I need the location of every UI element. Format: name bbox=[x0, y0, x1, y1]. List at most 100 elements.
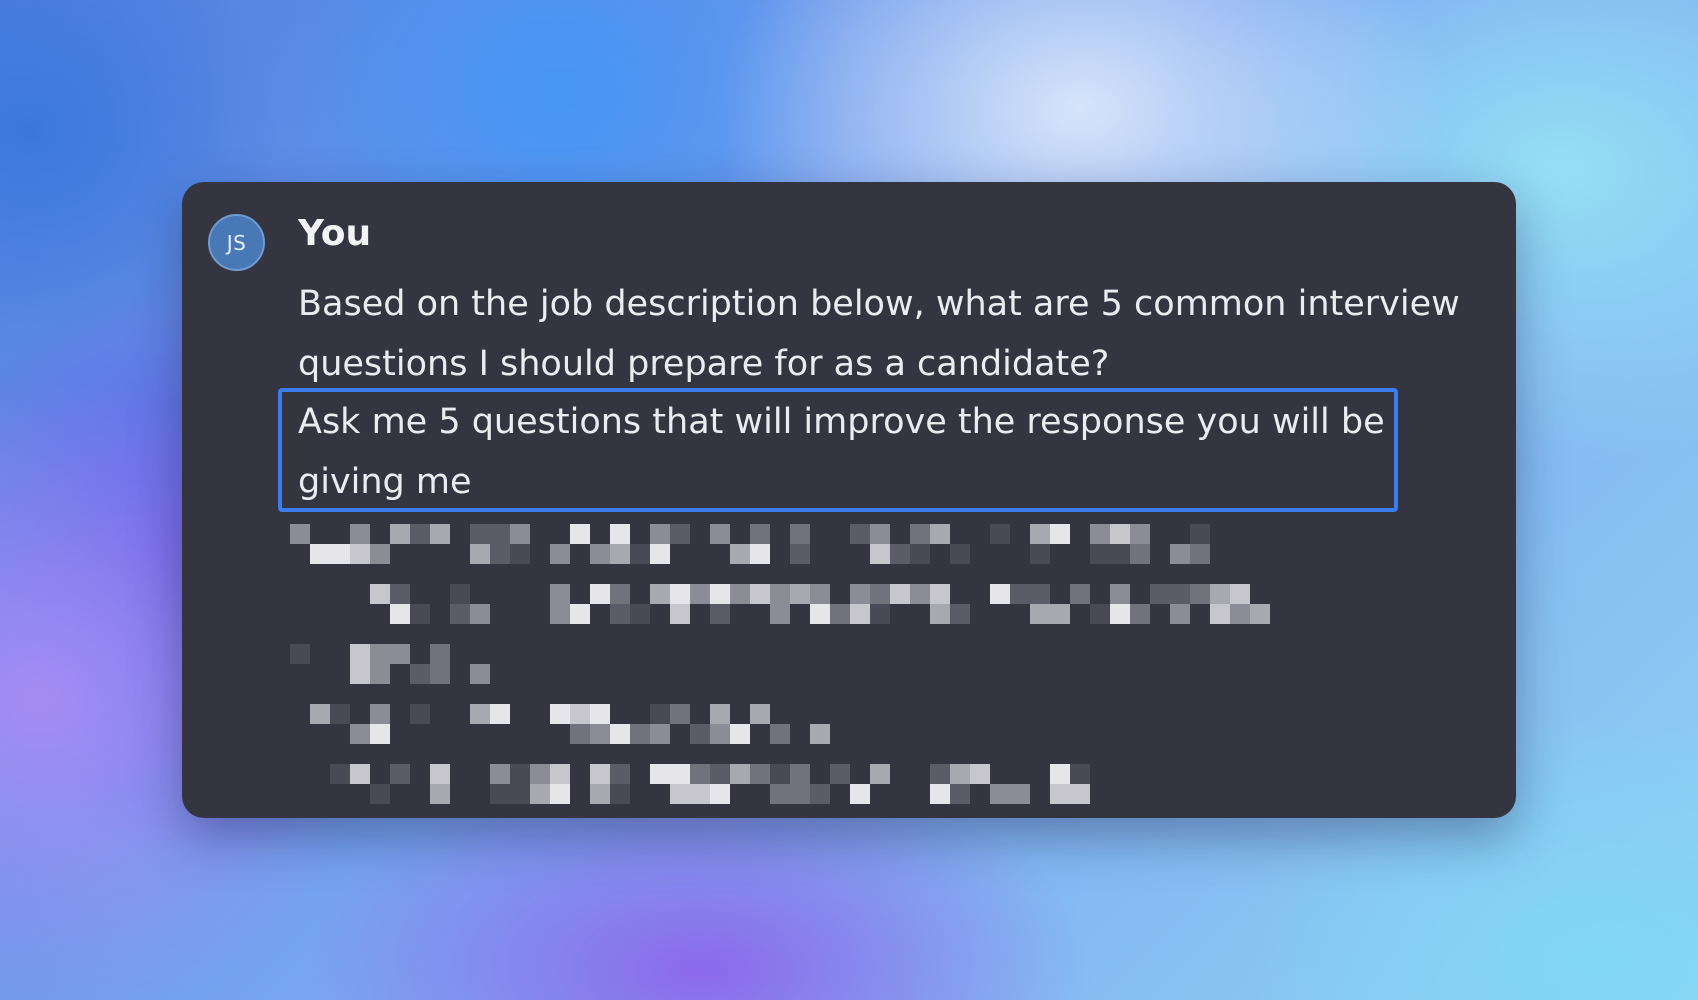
redaction-pixel bbox=[670, 584, 690, 604]
redaction-pixel bbox=[790, 784, 810, 804]
redaction-pixel bbox=[650, 764, 670, 784]
redaction-pixel bbox=[1030, 604, 1050, 624]
redaction-pixel bbox=[470, 524, 490, 544]
redaction-pixel bbox=[930, 784, 950, 804]
redaction-pixel bbox=[590, 544, 610, 564]
redaction-pixel bbox=[850, 784, 870, 804]
redaction-pixel bbox=[410, 604, 430, 624]
redaction-pixel bbox=[950, 544, 970, 564]
redaction-pixel bbox=[890, 584, 910, 604]
redaction-pixel bbox=[710, 584, 730, 604]
redaction-pixel bbox=[730, 544, 750, 564]
redaction-pixel bbox=[530, 784, 550, 804]
redaction-pixel bbox=[310, 704, 330, 724]
redaction-pixel bbox=[550, 764, 570, 784]
redaction-pixel bbox=[1230, 604, 1250, 624]
redaction-pixel bbox=[690, 784, 710, 804]
redaction-pixel bbox=[450, 604, 470, 624]
redaction-pixel bbox=[990, 524, 1010, 544]
redaction-pixel bbox=[1210, 604, 1230, 624]
redaction-pixel bbox=[390, 604, 410, 624]
redaction-pixel bbox=[1250, 604, 1270, 624]
redaction-pixel bbox=[1090, 524, 1110, 544]
redaction-pixel bbox=[1030, 584, 1050, 604]
redaction-pixel bbox=[770, 764, 790, 784]
redaction-pixel bbox=[590, 724, 610, 744]
redaction-pixel bbox=[350, 724, 370, 744]
redaction-pixel bbox=[990, 784, 1010, 804]
redaction-pixel bbox=[870, 544, 890, 564]
redaction-pixel bbox=[390, 644, 410, 664]
redaction-pixel bbox=[1030, 524, 1050, 544]
redaction-pixel bbox=[890, 544, 910, 564]
redaction-pixel bbox=[290, 644, 310, 664]
redaction-pixel bbox=[670, 604, 690, 624]
redaction-pixel bbox=[570, 524, 590, 544]
redaction-pixel bbox=[530, 764, 550, 784]
redaction-pixel bbox=[710, 724, 730, 744]
avatar-initials: JS bbox=[226, 230, 247, 255]
redaction-pixel bbox=[350, 544, 370, 564]
redaction-pixel bbox=[710, 784, 730, 804]
redaction-pixel bbox=[1110, 544, 1130, 564]
redaction-pixel bbox=[670, 764, 690, 784]
redaction-pixel bbox=[370, 784, 390, 804]
redaction-pixel bbox=[590, 764, 610, 784]
redaction-pixel bbox=[1050, 784, 1070, 804]
redaction-pixel bbox=[930, 524, 950, 544]
redaction-pixel bbox=[950, 764, 970, 784]
redaction-pixel bbox=[610, 524, 630, 544]
redaction-pixel bbox=[870, 524, 890, 544]
redaction-pixel bbox=[370, 644, 390, 664]
redaction-pixel bbox=[490, 544, 510, 564]
redaction-pixel bbox=[690, 724, 710, 744]
redaction-pixel bbox=[810, 604, 830, 624]
redaction-pixel bbox=[490, 784, 510, 804]
redaction-pixel bbox=[610, 724, 630, 744]
redaction-pixel bbox=[650, 584, 670, 604]
redaction-pixel bbox=[350, 644, 370, 664]
redaction-pixel bbox=[550, 784, 570, 804]
redaction-pixel bbox=[770, 784, 790, 804]
redaction-pixel bbox=[390, 524, 410, 544]
redaction-pixel bbox=[650, 544, 670, 564]
redaction-pixel bbox=[630, 544, 650, 564]
redaction-pixel bbox=[870, 604, 890, 624]
redaction-pixel bbox=[490, 764, 510, 784]
redaction-pixel bbox=[950, 784, 970, 804]
redaction-pixel bbox=[850, 524, 870, 544]
redaction-pixel bbox=[610, 604, 630, 624]
redaction-pixel bbox=[670, 524, 690, 544]
redaction-pixel bbox=[750, 524, 770, 544]
redaction-pixel bbox=[1050, 604, 1070, 624]
redaction-pixel bbox=[470, 704, 490, 724]
redaction-pixel bbox=[590, 704, 610, 724]
message-text: Based on the job description below, what… bbox=[298, 284, 1460, 384]
redaction-pixel bbox=[670, 704, 690, 724]
redaction-pixel bbox=[1190, 544, 1210, 564]
redaction-pixel bbox=[750, 584, 770, 604]
redaction-pixel bbox=[810, 784, 830, 804]
redaction-pixel bbox=[510, 784, 530, 804]
redaction-pixel bbox=[330, 544, 350, 564]
redaction-pixel bbox=[750, 544, 770, 564]
redaction-pixel bbox=[470, 604, 490, 624]
redaction-pixel bbox=[630, 604, 650, 624]
user-avatar: JS bbox=[208, 214, 265, 271]
redaction-pixel bbox=[370, 724, 390, 744]
redaction-pixel bbox=[1090, 604, 1110, 624]
redaction-pixel bbox=[830, 764, 850, 784]
redaction-pixel bbox=[510, 544, 530, 564]
redaction-pixel bbox=[430, 644, 450, 664]
redaction-pixel bbox=[790, 544, 810, 564]
redaction-pixel bbox=[1090, 544, 1110, 564]
redaction-pixel bbox=[690, 584, 710, 604]
redaction-pixel bbox=[1130, 544, 1150, 564]
redaction-pixel bbox=[570, 704, 590, 724]
redaction-pixel bbox=[350, 764, 370, 784]
redaction-pixel bbox=[870, 584, 890, 604]
redaction-pixel bbox=[730, 584, 750, 604]
redaction-pixel bbox=[470, 664, 490, 684]
redaction-pixel bbox=[490, 524, 510, 544]
redaction-pixel bbox=[370, 544, 390, 564]
